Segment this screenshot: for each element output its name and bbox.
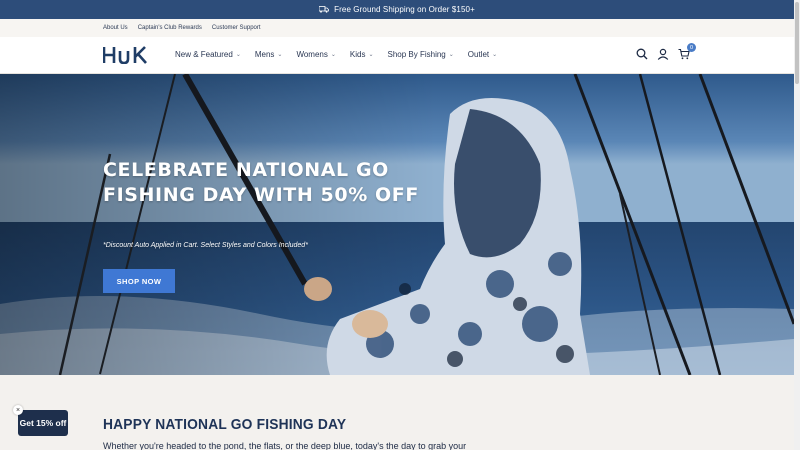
huk-logo: [102, 46, 147, 65]
nav-outlet[interactable]: Outlet ⌄: [468, 50, 497, 59]
brand-logo[interactable]: [102, 46, 157, 69]
account-icon[interactable]: [657, 48, 669, 60]
nav-kids[interactable]: Kids ⌄: [350, 50, 374, 59]
scrollbar[interactable]: [794, 0, 800, 450]
utility-link-support[interactable]: Customer Support: [212, 25, 261, 31]
primary-nav: New & Featured ⌄ Mens ⌄ Womens ⌄ Kids ⌄ Shop…: [175, 50, 497, 59]
chevron-down-icon: ⌄: [368, 52, 374, 58]
nav-shop-by-fishing[interactable]: Shop By Fishing ⌄: [387, 50, 453, 59]
chevron-down-icon: ⌄: [235, 52, 241, 58]
section-body: Whether you're headed to the pond, the f…: [103, 441, 467, 450]
nav-label: Kids: [349, 50, 366, 59]
chevron-down-icon: ⌄: [492, 52, 498, 58]
main-nav: New & Featured ⌄ Mens ⌄ Womens ⌄ Kids ⌄ Shop…: [0, 37, 794, 74]
section-heading: HAPPY NATIONAL GO FISHING DAY: [103, 416, 347, 433]
content-section: HAPPY NATIONAL GO FISHING DAY Whether yo…: [0, 375, 794, 450]
nav-womens[interactable]: Womens ⌄: [296, 50, 335, 59]
utility-link-rewards[interactable]: Captain's Club Rewards: [138, 25, 202, 31]
close-icon[interactable]: ×: [13, 405, 23, 415]
header-icons: 0: [636, 43, 696, 60]
nav-label: Mens: [254, 50, 275, 59]
discount-tab-button[interactable]: Get 15% off: [18, 410, 68, 436]
hero-title: CELEBRATE NATIONAL GO FISHING DAY WITH 5…: [103, 159, 419, 206]
nav-label: Shop By Fishing: [387, 50, 446, 59]
search-icon[interactable]: [636, 48, 648, 60]
shop-now-button[interactable]: SHOP NOW: [103, 269, 175, 293]
nav-new-featured[interactable]: New & Featured ⌄: [175, 50, 241, 59]
chevron-down-icon: ⌄: [277, 52, 283, 58]
promo-text[interactable]: Free Ground Shipping on Order $150+: [334, 5, 475, 14]
nav-label: New & Featured: [175, 50, 233, 59]
nav-label: Womens: [296, 50, 328, 59]
utility-bar: About Us Captain's Club Rewards Customer…: [0, 19, 794, 37]
hero-banner: CELEBRATE NATIONAL GO FISHING DAY WITH 5…: [0, 74, 794, 375]
hero-subtitle: *Discount Auto Applied in Cart. Select S…: [103, 242, 308, 249]
truck-icon: [319, 6, 330, 13]
hero-image: [0, 74, 794, 375]
cart-count-badge: 0: [687, 43, 696, 52]
promo-bar: Free Ground Shipping on Order $150+: [0, 0, 794, 19]
utility-link-about[interactable]: About Us: [103, 25, 128, 31]
cart-button[interactable]: 0: [678, 43, 696, 60]
scrollbar-thumb[interactable]: [795, 2, 799, 84]
nav-label: Outlet: [467, 50, 490, 59]
chevron-down-icon: ⌄: [448, 52, 454, 58]
chevron-down-icon: ⌄: [330, 52, 336, 58]
nav-mens[interactable]: Mens ⌄: [255, 50, 283, 59]
